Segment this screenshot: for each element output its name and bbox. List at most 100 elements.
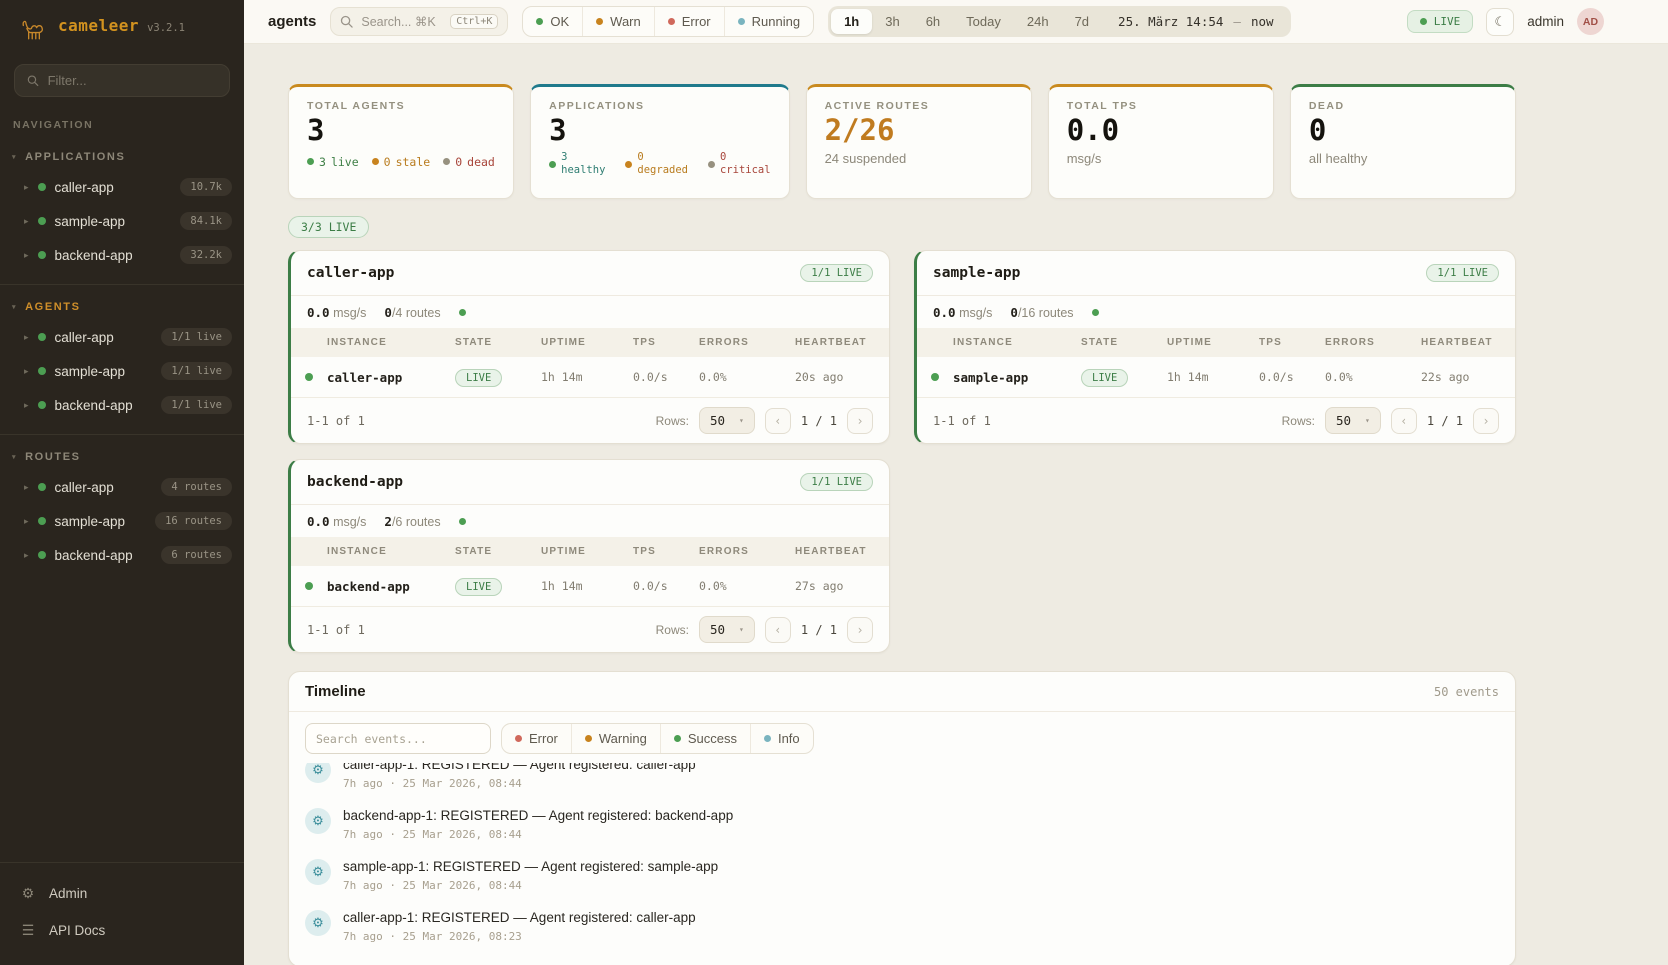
- sidebar-item-routes-backend-app[interactable]: ▸ backend-app 6 routes: [0, 538, 244, 572]
- stat-title: DEAD: [1309, 100, 1497, 112]
- app-stats-line: 0.0 msg/s 2/6 routes: [291, 505, 889, 537]
- col-instance: INSTANCE: [953, 337, 1081, 348]
- col-heartbeat: HEARTBEAT: [1421, 337, 1515, 348]
- row-range: 1-1 of 1: [307, 623, 365, 637]
- col-state: STATE: [1081, 337, 1167, 348]
- status-filter-error[interactable]: Error: [654, 7, 724, 36]
- stat-card-total-tps: TOTAL TPS 0.0 msg/s: [1048, 84, 1274, 199]
- stat-title: TOTAL TPS: [1067, 100, 1255, 112]
- gear-icon: ⚙: [305, 763, 331, 783]
- table-row[interactable]: backend-app LIVE 1h 14m 0.0/s 0.0% 27s a…: [291, 566, 889, 607]
- timeline-filter-error[interactable]: Error: [502, 724, 571, 753]
- caret-down-icon: ▾: [12, 153, 17, 161]
- sidebar-item-routes-sample-app[interactable]: ▸ sample-app 16 routes: [0, 504, 244, 538]
- status-filter-warn[interactable]: Warn: [582, 7, 654, 36]
- status-dot: [38, 251, 46, 259]
- section-label: APPLICATIONS: [25, 151, 125, 163]
- stat-card-dead: DEAD 0 all healthy: [1290, 84, 1516, 199]
- next-page-button[interactable]: ›: [1473, 408, 1499, 434]
- gear-icon: ⚙: [305, 910, 331, 936]
- time-range-6h[interactable]: 6h: [913, 9, 953, 34]
- app-card-header: sample-app 1/1 LIVE: [917, 251, 1515, 296]
- table-row[interactable]: caller-app LIVE 1h 14m 0.0/s 0.0% 20s ag…: [291, 357, 889, 398]
- status-filter-group: OK Warn Error Running: [522, 6, 814, 37]
- timeline-event[interactable]: ⚙ caller-app-1: REGISTERED — Agent regis…: [305, 763, 1499, 799]
- next-page-button[interactable]: ›: [847, 408, 873, 434]
- section-header-applications[interactable]: ▾ APPLICATIONS: [0, 143, 244, 170]
- col-state: STATE: [455, 546, 541, 557]
- page-indicator: 1 / 1: [801, 414, 837, 428]
- prev-page-button[interactable]: ‹: [765, 617, 791, 643]
- sidebar-item-agents-caller-app[interactable]: ▸ caller-app 1/1 live: [0, 320, 244, 354]
- timeline-event[interactable]: ⚙ sample-app-1: REGISTERED — Agent regis…: [305, 850, 1499, 901]
- table-header: INSTANCE STATE UPTIME TPS ERRORS HEARTBE…: [917, 328, 1515, 357]
- section-header-routes[interactable]: ▾ ROUTES: [0, 443, 244, 470]
- list-icon: ☰: [20, 922, 36, 939]
- timeline-search-input[interactable]: [305, 723, 491, 754]
- cell-instance: backend-app: [327, 579, 455, 594]
- stat-breakdown: 3healthy 0degraded 0critical: [549, 151, 770, 178]
- timeline-filter-info[interactable]: Info: [750, 724, 813, 753]
- search-kbd-hint: Ctrl+K: [450, 14, 498, 29]
- app-name: backend-app: [307, 474, 403, 490]
- status-filter-ok[interactable]: OK: [523, 7, 582, 36]
- time-range-1h[interactable]: 1h: [831, 9, 872, 34]
- timeline-event[interactable]: ⚙ backend-app-1: REGISTERED — Agent regi…: [305, 799, 1499, 850]
- filter-label: Warn: [610, 14, 641, 29]
- time-range-3h[interactable]: 3h: [872, 9, 912, 34]
- rows-per-page-select[interactable]: 50▾: [699, 407, 755, 434]
- timeline-event[interactable]: ⚙ caller-app-1: REGISTERED — Agent regis…: [305, 901, 1499, 952]
- sidebar-item-admin[interactable]: ⚙ Admin: [0, 875, 244, 912]
- app-stats-line: 0.0 msg/s 0/16 routes: [917, 296, 1515, 328]
- theme-toggle-button[interactable]: ☾: [1486, 8, 1514, 36]
- sidebar-item-agents-sample-app[interactable]: ▸ sample-app 1/1 live: [0, 354, 244, 388]
- live-dot-icon: [307, 158, 314, 165]
- item-badge: 4 routes: [161, 478, 232, 496]
- event-meta: 7h ago · 25 Mar 2026, 08:44: [343, 879, 718, 892]
- sidebar-item-routes-caller-app[interactable]: ▸ caller-app 4 routes: [0, 470, 244, 504]
- rows-per-page-select[interactable]: 50▾: [699, 616, 755, 643]
- sidebar-filter[interactable]: [14, 64, 230, 97]
- col-uptime: UPTIME: [541, 546, 633, 557]
- prev-page-button[interactable]: ‹: [765, 408, 791, 434]
- global-search[interactable]: Search... ⌘K Ctrl+K: [330, 7, 508, 36]
- sidebar-filter-input[interactable]: [48, 73, 217, 88]
- sidebar-item-applications-caller-app[interactable]: ▸ caller-app 10.7k: [0, 170, 244, 204]
- table-row[interactable]: sample-app LIVE 1h 14m 0.0/s 0.0% 22s ag…: [917, 357, 1515, 398]
- live-status-badge[interactable]: LIVE: [1407, 10, 1474, 33]
- time-range-24h[interactable]: 24h: [1014, 9, 1062, 34]
- item-badge: 6 routes: [161, 546, 232, 564]
- sidebar-item-applications-sample-app[interactable]: ▸ sample-app 84.1k: [0, 204, 244, 238]
- health-dot-icon: [459, 309, 466, 316]
- user-name[interactable]: admin: [1527, 14, 1564, 29]
- status-filter-running[interactable]: Running: [724, 7, 813, 36]
- nav-section-label: NAVIGATION: [0, 99, 244, 135]
- section-header-agents[interactable]: ▾ AGENTS: [0, 293, 244, 320]
- breakdown-critical: 0critical: [708, 151, 771, 178]
- rows-per-page-select[interactable]: 50▾: [1325, 407, 1381, 434]
- date-range-display[interactable]: 25. März 14:54 — now: [1102, 14, 1287, 29]
- sidebar-item-api-docs[interactable]: ☰ API Docs: [0, 912, 244, 949]
- sidebar-item-agents-backend-app[interactable]: ▸ backend-app 1/1 live: [0, 388, 244, 422]
- ok-dot-icon: [536, 18, 543, 25]
- info-dot-icon: [764, 735, 771, 742]
- time-range-today[interactable]: Today: [953, 9, 1014, 34]
- caret-right-icon: ▸: [24, 516, 29, 527]
- next-page-button[interactable]: ›: [847, 617, 873, 643]
- caret-right-icon: ▸: [24, 182, 29, 193]
- sidebar-section-applications: ▾ APPLICATIONS ▸ caller-app 10.7k ▸ samp…: [0, 135, 244, 284]
- app-tps: 0.0 msg/s: [933, 305, 992, 320]
- table-header: INSTANCE STATE UPTIME TPS ERRORS HEARTBE…: [291, 537, 889, 566]
- table-header: INSTANCE STATE UPTIME TPS ERRORS HEARTBE…: [291, 328, 889, 357]
- timeline-events-list[interactable]: ⚙ caller-app-1: REGISTERED — Agent regis…: [289, 763, 1515, 965]
- time-range-7d[interactable]: 7d: [1062, 9, 1102, 34]
- timeline-filter-warning[interactable]: Warning: [571, 724, 660, 753]
- rows-per-page-label: Rows:: [656, 414, 689, 428]
- timeline-filter-success[interactable]: Success: [660, 724, 750, 753]
- cell-uptime: 1h 14m: [541, 370, 633, 384]
- prev-page-button[interactable]: ‹: [1391, 408, 1417, 434]
- sidebar-item-applications-backend-app[interactable]: ▸ backend-app 32.2k: [0, 238, 244, 272]
- page-indicator: 1 / 1: [801, 623, 837, 637]
- item-label: sample-app: [55, 514, 126, 529]
- avatar[interactable]: AD: [1577, 8, 1604, 35]
